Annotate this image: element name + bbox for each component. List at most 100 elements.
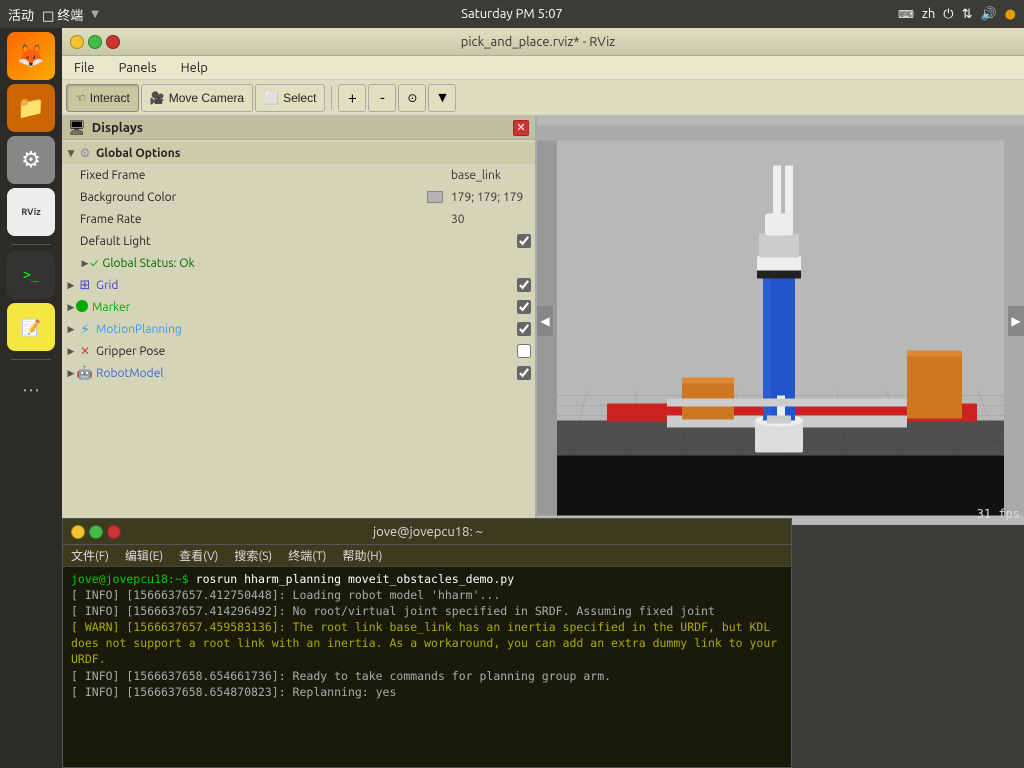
- cursor-icon: ☜: [75, 91, 86, 105]
- terminal-minimize-button[interactable]: [71, 525, 85, 539]
- motion-planning-row[interactable]: ▶ ⚡ MotionPlanning: [62, 318, 535, 340]
- grid-checkbox[interactable]: [517, 278, 531, 292]
- grid-arrow: ▶: [66, 280, 76, 291]
- robot-icon: 🤖: [76, 364, 94, 382]
- close-button[interactable]: [106, 35, 120, 49]
- dock-icon-notes[interactable]: 📝: [7, 303, 55, 351]
- menu-help[interactable]: Help: [173, 59, 216, 77]
- collapse-left-button[interactable]: ◀: [537, 306, 553, 336]
- global-options-label: Global Options: [96, 147, 531, 160]
- dock-icon-files[interactable]: 📁: [7, 84, 55, 132]
- displays-header-left: 🖥 Displays: [68, 119, 143, 136]
- terminal-content[interactable]: jove@jovepcu18:~$ rosrun hharm_planning …: [63, 567, 791, 767]
- collapse-right-button[interactable]: ▶: [1008, 306, 1024, 336]
- system-tray: ⌨ zh ⏻ ⇅ 🔊 ●: [898, 7, 1016, 22]
- bg-color-swatch[interactable]: [427, 191, 443, 203]
- language-indicator[interactable]: zh: [922, 7, 935, 21]
- terminal-menu-edit[interactable]: 编辑(E): [125, 547, 163, 564]
- robot-model-row[interactable]: ▶ 🤖 RobotModel: [62, 362, 535, 384]
- rviz-title: pick_and_place.rviz* - RViz: [461, 35, 615, 49]
- main-content: 🖥 Displays ✕ ▼ ⚙ Global Options Fixed Fr…: [62, 116, 1024, 525]
- terminal-titlebar: jove@jovepcu18: ~: [63, 519, 791, 545]
- select-button[interactable]: ⬜ Select: [255, 84, 325, 112]
- global-status-label: Global Status: Ok: [102, 257, 531, 270]
- marker-checkbox[interactable]: [517, 300, 531, 314]
- dock-icon-settings[interactable]: ⚙: [7, 136, 55, 184]
- gripper-pose-row[interactable]: ▶ ✕ Gripper Pose: [62, 340, 535, 362]
- activity-label[interactable]: 活动: [8, 5, 34, 24]
- terminal-dropdown-icon[interactable]: ▼: [91, 8, 99, 20]
- keyboard-icon[interactable]: ⌨: [898, 8, 914, 21]
- terminal-close-button[interactable]: [107, 525, 121, 539]
- more-button[interactable]: ▼: [428, 84, 456, 112]
- frame-rate-row: Frame Rate 30: [62, 208, 535, 230]
- terminal-line-6: [ INFO] [1566637658.654870823]: Replanni…: [71, 684, 783, 700]
- terminal-menu-help[interactable]: 帮助(H): [342, 547, 382, 564]
- displays-header: 🖥 Displays ✕: [62, 116, 535, 140]
- gripper-pose-checkbox[interactable]: [517, 344, 531, 358]
- network-icon[interactable]: ⇅: [962, 7, 973, 22]
- window-controls: [70, 35, 120, 49]
- maximize-button[interactable]: [88, 35, 102, 49]
- marker-arrow: ▶: [66, 302, 76, 313]
- global-options-row[interactable]: ▼ ⚙ Global Options: [62, 142, 535, 164]
- monitor-icon: 🖥: [68, 119, 86, 136]
- terminal-line-3: [ INFO] [1566637657.414296492]: No root/…: [71, 603, 783, 619]
- move-camera-button[interactable]: 🎥 Move Camera: [141, 84, 253, 112]
- terminal-menu-search[interactable]: 搜索(S): [234, 547, 272, 564]
- menu-bar: Displays File Panels Help: [62, 56, 1024, 80]
- rviz-titlebar: pick_and_place.rviz* - RViz: [62, 28, 1024, 56]
- terminal-maximize-button[interactable]: [89, 525, 103, 539]
- battery-icon: ●: [1005, 7, 1016, 22]
- menu-panels[interactable]: Panels: [111, 59, 165, 77]
- fit-button[interactable]: ⊙: [398, 84, 426, 112]
- global-status-row[interactable]: ▶ ✓ Global Status: Ok: [62, 252, 535, 274]
- menu-file-label[interactable]: File: [66, 59, 103, 77]
- terminal-menu-terminal[interactable]: 终端(T): [288, 547, 326, 564]
- terminal-window: jove@jovepcu18: ~ 文件(F) 编辑(E) 查看(V) 搜索(S…: [62, 518, 792, 768]
- view-3d[interactable]: ◀ ▶ 31 fps: [537, 116, 1024, 525]
- system-bar-left: 活动 □ 终端 ▼: [8, 5, 99, 24]
- motion-planning-checkbox[interactable]: [517, 322, 531, 336]
- bg-color-value[interactable]: 179; 179; 179: [451, 191, 531, 204]
- system-bar: 活动 □ 终端 ▼ Saturday PM 5:07 ⌨ zh ⏻ ⇅ 🔊 ●: [0, 0, 1024, 28]
- displays-close-button[interactable]: ✕: [513, 120, 529, 136]
- minimize-button[interactable]: [70, 35, 84, 49]
- gripper-pose-label: Gripper Pose: [96, 345, 517, 358]
- zoom-out-button[interactable]: -: [368, 84, 396, 112]
- power-icon[interactable]: ⏻: [943, 7, 953, 22]
- zoom-in-button[interactable]: +: [338, 84, 366, 112]
- bg-color-row: Background Color 179; 179; 179: [62, 186, 535, 208]
- gripper-icon: ✕: [76, 342, 94, 360]
- marker-row[interactable]: ▶ Marker: [62, 296, 535, 318]
- robot-model-label: RobotModel: [96, 367, 517, 380]
- terminal-label[interactable]: □ 终端: [42, 5, 83, 24]
- terminal-menubar: 文件(F) 编辑(E) 查看(V) 搜索(S) 终端(T) 帮助(H): [63, 545, 791, 567]
- dock-icon-apps[interactable]: ⋯: [7, 366, 55, 414]
- motion-arrow: ▶: [66, 324, 76, 335]
- dock-icon-rviz[interactable]: RViz: [7, 188, 55, 236]
- gripper-arrow: ▶: [66, 346, 76, 357]
- fixed-frame-value[interactable]: base_link: [451, 169, 531, 182]
- grid-label: Grid: [96, 279, 517, 292]
- fixed-frame-label: Fixed Frame: [80, 169, 451, 182]
- default-light-checkbox[interactable]: [517, 234, 531, 248]
- terminal-menu-file[interactable]: 文件(F): [71, 547, 109, 564]
- grid-row[interactable]: ▶ ⊞ Grid: [62, 274, 535, 296]
- dock-icon-terminal[interactable]: >_: [7, 251, 55, 299]
- frame-rate-value[interactable]: 30: [451, 213, 531, 226]
- volume-icon[interactable]: 🔊: [980, 7, 996, 22]
- interact-button[interactable]: ☜ Interact: [66, 84, 139, 112]
- motion-planning-label: MotionPlanning: [96, 323, 517, 336]
- global-options-arrow: ▼: [66, 148, 76, 159]
- terminal-title: jove@jovepcu18: ~: [373, 525, 483, 539]
- dock-icon-firefox[interactable]: 🦊: [7, 32, 55, 80]
- toolbar-separator: [331, 86, 332, 110]
- robot-model-checkbox[interactable]: [517, 366, 531, 380]
- camera-icon: 🎥: [150, 91, 165, 105]
- global-status-arrow: ▶: [80, 258, 90, 269]
- terminal-controls: [71, 525, 121, 539]
- terminal-menu-view[interactable]: 查看(V): [179, 547, 218, 564]
- terminal-line-5: [ INFO] [1566637658.654661736]: Ready to…: [71, 668, 783, 684]
- 3d-scene-svg: [537, 116, 1024, 525]
